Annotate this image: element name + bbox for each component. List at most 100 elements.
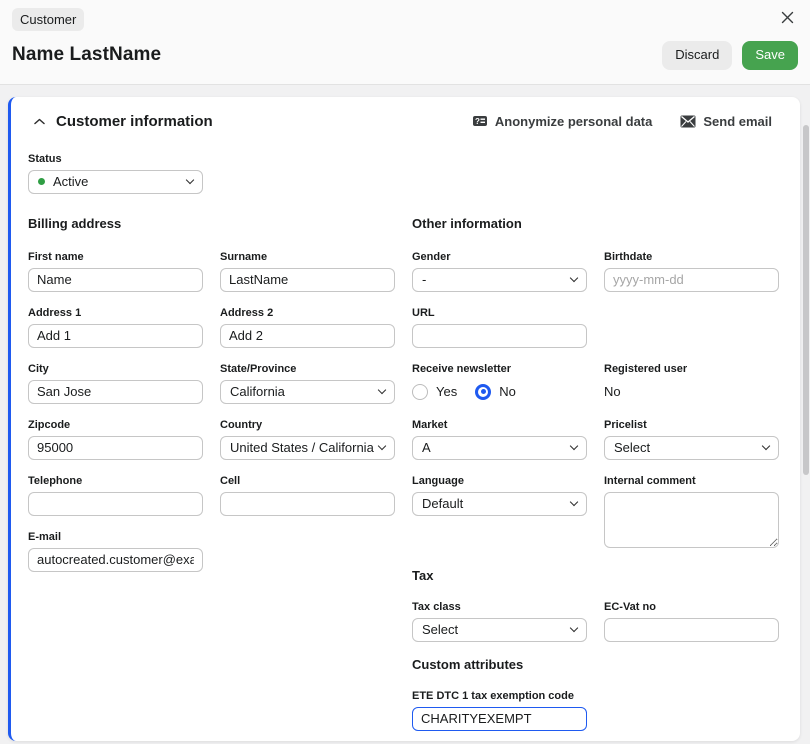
market-select-value: A <box>422 440 571 455</box>
billing-address-section: Billing address First name Surname Addre… <box>28 194 395 741</box>
pricelist-select-value: Select <box>614 440 763 455</box>
newsletter-yes-label: Yes <box>436 384 457 399</box>
field-city: City <box>28 363 203 404</box>
field-status: Status Active <box>28 153 203 194</box>
state-select[interactable]: California <box>220 380 395 404</box>
internal-comment-label: Internal comment <box>604 475 779 487</box>
status-label: Status <box>28 153 203 165</box>
telephone-label: Telephone <box>28 475 203 487</box>
status-active-dot <box>38 178 45 185</box>
tax-exemption-code-input[interactable] <box>412 707 587 731</box>
surname-input[interactable] <box>220 268 395 292</box>
save-button[interactable]: Save <box>742 41 798 70</box>
newsletter-no-label: No <box>499 384 516 399</box>
telephone-input[interactable] <box>28 492 203 516</box>
market-select[interactable]: A <box>412 436 587 460</box>
gender-select[interactable]: - <box>412 268 587 292</box>
field-country: Country United States / California <box>220 419 395 460</box>
pricelist-label: Pricelist <box>604 419 779 431</box>
vertical-scrollbar-thumb[interactable] <box>803 125 809 475</box>
field-tax-exemption-code: ETE DTC 1 tax exemption code <box>412 690 587 731</box>
zipcode-input[interactable] <box>28 436 203 460</box>
address2-label: Address 2 <box>220 307 395 319</box>
close-icon[interactable] <box>781 11 794 24</box>
customer-tab[interactable]: Customer <box>12 8 84 31</box>
address1-input[interactable] <box>28 324 203 348</box>
city-input[interactable] <box>28 380 203 404</box>
chevron-down-icon <box>570 442 578 450</box>
anonymize-label: Anonymize personal data <box>495 114 652 129</box>
other-information-section: Other information Gender - Birthdate URL <box>412 194 779 741</box>
svg-text:?: ? <box>475 117 480 126</box>
country-label: Country <box>220 419 395 431</box>
surname-label: Surname <box>220 251 395 263</box>
birthdate-input[interactable] <box>604 268 779 292</box>
chevron-down-icon <box>570 274 578 282</box>
ec-vat-label: EC-Vat no <box>604 601 779 613</box>
field-url: URL <box>412 307 587 348</box>
chevron-down-icon <box>186 176 194 184</box>
page-title: Name LastName <box>12 44 161 66</box>
field-registered-user: Registered user No <box>604 363 779 404</box>
ec-vat-input[interactable] <box>604 618 779 642</box>
status-select[interactable]: Active <box>28 170 203 194</box>
other-information-heading: Other information <box>412 216 779 231</box>
url-input[interactable] <box>412 324 587 348</box>
section-title: Customer information <box>56 113 213 130</box>
chevron-down-icon <box>378 386 386 394</box>
gender-select-value: - <box>422 272 571 287</box>
birthdate-label: Birthdate <box>604 251 779 263</box>
field-market: Market A <box>412 419 587 460</box>
country-select-value: United States / California <box>230 440 379 455</box>
billing-heading: Billing address <box>28 216 395 231</box>
newsletter-yes-radio[interactable] <box>412 384 428 400</box>
first-name-label: First name <box>28 251 203 263</box>
country-select[interactable]: United States / California <box>220 436 395 460</box>
field-zipcode: Zipcode <box>28 419 203 460</box>
registered-user-value: No <box>604 380 779 404</box>
chevron-down-icon <box>762 442 770 450</box>
field-ec-vat: EC-Vat no <box>604 601 779 642</box>
tax-heading: Tax <box>412 568 779 583</box>
field-cell: Cell <box>220 475 395 516</box>
cell-input[interactable] <box>220 492 395 516</box>
field-address1: Address 1 <box>28 307 203 348</box>
field-birthdate: Birthdate <box>604 251 779 292</box>
email-label: E-mail <box>28 531 203 543</box>
first-name-input[interactable] <box>28 268 203 292</box>
field-telephone: Telephone <box>28 475 203 516</box>
language-select[interactable]: Default <box>412 492 587 516</box>
field-email: E-mail <box>28 531 203 572</box>
custom-attributes-heading: Custom attributes <box>412 657 779 672</box>
field-state: State/Province California <box>220 363 395 404</box>
tax-exemption-code-label: ETE DTC 1 tax exemption code <box>412 690 587 702</box>
field-internal-comment: Internal comment <box>604 475 779 553</box>
chevron-up-icon[interactable] <box>34 118 45 125</box>
tax-class-select[interactable]: Select <box>412 618 587 642</box>
receive-newsletter-label: Receive newsletter <box>412 363 587 375</box>
email-input[interactable] <box>28 548 203 572</box>
chevron-down-icon <box>570 498 578 506</box>
field-pricelist: Pricelist Select <box>604 419 779 460</box>
state-label: State/Province <box>220 363 395 375</box>
field-first-name: First name <box>28 251 203 292</box>
language-label: Language <box>412 475 587 487</box>
anonymize-personal-data-button[interactable]: ? Anonymize personal data <box>472 113 652 129</box>
page-header: Customer Name LastName Discard Save <box>0 0 810 85</box>
cell-label: Cell <box>220 475 395 487</box>
discard-button[interactable]: Discard <box>662 41 732 70</box>
pricelist-select[interactable]: Select <box>604 436 779 460</box>
tax-class-label: Tax class <box>412 601 587 613</box>
field-gender: Gender - <box>412 251 587 292</box>
send-email-button[interactable]: Send email <box>680 113 772 129</box>
state-select-value: California <box>230 384 379 399</box>
internal-comment-textarea[interactable] <box>604 492 779 548</box>
anonymize-icon: ? <box>472 113 488 129</box>
customer-information-panel: Customer information ? Anonymize persona… <box>8 97 800 741</box>
tax-class-select-value: Select <box>422 622 571 637</box>
language-select-value: Default <box>422 496 571 511</box>
field-surname: Surname <box>220 251 395 292</box>
address2-input[interactable] <box>220 324 395 348</box>
url-label: URL <box>412 307 587 319</box>
newsletter-no-radio[interactable] <box>475 384 491 400</box>
